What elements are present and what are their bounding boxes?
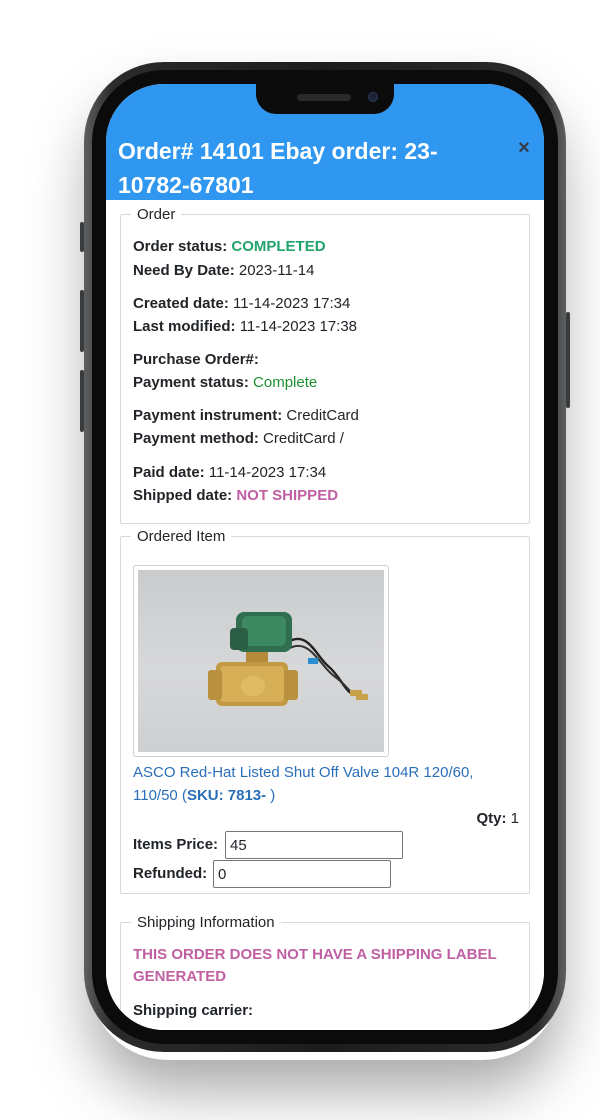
product-image[interactable] — [133, 565, 389, 757]
modal-body[interactable]: Order Order status: COMPLETED Need By Da… — [106, 200, 544, 1030]
carrier-label: Shipping carrier: — [133, 1002, 254, 1019]
created-row: Created date: 11-14-2023 17:34 — [133, 294, 350, 314]
item-name-line2[interactable]: 110/50 (SKU: 7813- ) — [133, 786, 275, 806]
modified-row: Last modified: 11-14-2023 17:38 — [133, 317, 357, 337]
method-value: CreditCard / — [263, 430, 344, 447]
po-label: Purchase Order#: — [133, 351, 259, 368]
carrier-row: Shipping carrier: — [133, 1001, 253, 1021]
item-name-prefix: 110/50 ( — [133, 787, 187, 804]
volume-up-button — [80, 290, 84, 352]
shipping-warning-line2: GENERATED — [133, 968, 227, 985]
modified-label: Last modified: — [133, 318, 236, 335]
need-by-row: Need By Date: 2023-11-14 — [133, 261, 315, 281]
payment-status-label: Payment status: — [133, 374, 249, 391]
front-camera-icon — [368, 92, 378, 102]
refunded-input[interactable]: 0 — [213, 860, 391, 888]
method-label: Payment method: — [133, 430, 259, 447]
created-label: Created date: — [133, 295, 229, 312]
order-status-label: Order status: — [133, 238, 228, 255]
modal-title: Order# 14101 Ebay order: 23-10782-67801 — [118, 138, 438, 198]
created-value: 11-14-2023 17:34 — [233, 295, 351, 312]
shipped-row: Shipped date: NOT SHIPPED — [133, 486, 338, 506]
need-by-value: 2023-11-14 — [238, 262, 315, 279]
valve-illustration — [208, 612, 368, 706]
volume-down-button — [80, 370, 84, 432]
paid-label: Paid date: — [133, 464, 205, 481]
close-icon[interactable]: × — [512, 136, 536, 160]
items-price-input[interactable]: 45 — [225, 831, 403, 859]
paid-value: 11-14-2023 17:34 — [208, 464, 327, 481]
power-button — [566, 312, 570, 408]
instrument-row: Payment instrument: CreditCard — [133, 406, 359, 426]
product-photo — [138, 570, 384, 752]
modified-value: 11-14-2023 17:38 — [239, 318, 358, 335]
phone-screen: Order# 14101 Ebay order: 23-10782-67801 … — [106, 84, 544, 1030]
item-name-line1[interactable]: ASCO Red-Hat Listed Shut Off Valve 104R … — [133, 763, 473, 783]
order-legend: Order — [137, 206, 176, 223]
order-section: Order Order status: COMPLETED Need By Da… — [120, 206, 530, 524]
price-label: Items Price: — [133, 836, 219, 853]
refunded-row: Refunded: — [133, 864, 207, 884]
order-status-value: COMPLETED — [231, 238, 326, 255]
ordered-item-section: Ordered Item ASCO Red-Hat Listed Shut Of… — [120, 528, 530, 894]
price-row: Items Price: — [133, 835, 218, 855]
shipped-value: NOT SHIPPED — [236, 487, 339, 504]
item-sku: SKU: 7813- — [186, 787, 267, 804]
need-by-label: Need By Date: — [133, 262, 235, 279]
qty-label: Qty: — [476, 810, 507, 827]
instrument-value: CreditCard — [286, 407, 359, 424]
earpiece-speaker — [297, 94, 351, 101]
payment-status-row: Payment status: Complete — [133, 373, 317, 393]
shipping-warning-line1: THIS ORDER DOES NOT HAVE A SHIPPING LABE… — [133, 946, 497, 963]
qty-value: 1 — [510, 810, 519, 827]
ordered-item-legend: Ordered Item — [137, 528, 226, 545]
paid-row: Paid date: 11-14-2023 17:34 — [133, 463, 326, 483]
instrument-label: Payment instrument: — [133, 407, 283, 424]
order-status-row: Order status: COMPLETED — [133, 237, 326, 257]
shipped-label: Shipped date: — [133, 487, 233, 504]
shipping-section: Shipping Information THIS ORDER DOES NOT… — [120, 914, 530, 1030]
method-row: Payment method: CreditCard / — [133, 429, 344, 449]
refunded-label: Refunded: — [133, 865, 208, 882]
item-name-suffix: ) — [266, 787, 276, 804]
mute-switch — [80, 222, 84, 252]
shipping-legend: Shipping Information — [137, 914, 275, 931]
payment-status-value: Complete — [253, 374, 318, 391]
qty-row: Qty: 1 — [476, 809, 519, 829]
po-row: Purchase Order#: — [133, 350, 259, 370]
